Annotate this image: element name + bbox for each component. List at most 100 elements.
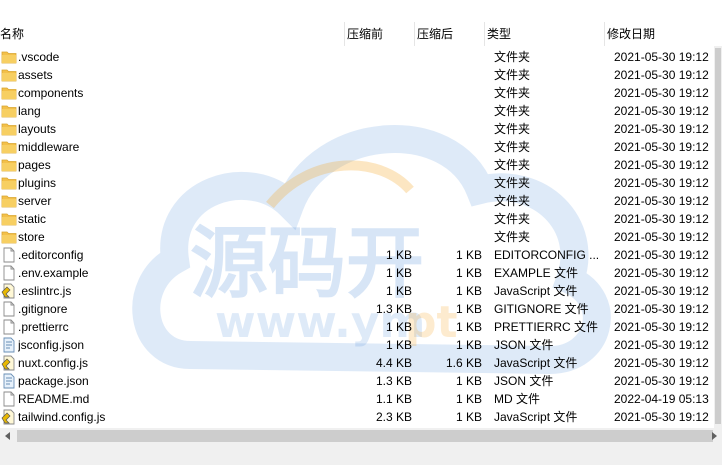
file-compressed-size	[345, 156, 412, 174]
column-header-compressed[interactable]: 压缩前	[345, 22, 415, 46]
file-modified-date: 2021-05-30 19:12	[614, 338, 709, 352]
file-type: GITIGNORE 文件	[494, 302, 589, 316]
file-row[interactable]: plugins 文件夹 2021-05-30 19:12	[0, 174, 722, 192]
file-row[interactable]: store 文件夹 2021-05-30 19:12	[0, 228, 722, 246]
file-row[interactable]: static 文件夹 2021-05-30 19:12	[0, 210, 722, 228]
file-original-size: 1 KB	[455, 320, 482, 334]
file-modified-date: 2021-05-30 19:12	[614, 230, 709, 244]
file-name[interactable]: tailwind.config.js	[18, 408, 338, 426]
file-modified-date: 2021-05-30 19:12	[614, 122, 709, 136]
file-name[interactable]: .eslintrc.js	[18, 282, 338, 300]
file-name[interactable]: store	[18, 228, 338, 246]
file-type: 文件夹	[494, 158, 531, 172]
file-type: EXAMPLE 文件	[494, 266, 579, 280]
file-icon	[1, 264, 17, 282]
file-row[interactable]: .eslintrc.js 1 KB 1 KB JavaScript 文件 2021-05…	[0, 282, 722, 300]
file-modified-date: 2021-05-30 19:12	[614, 320, 709, 334]
file-row[interactable]: lang 文件夹 2021-05-30 19:12	[0, 102, 722, 120]
file-compressed-size	[345, 66, 412, 84]
file-row[interactable]: server 文件夹 2021-05-30 19:12	[0, 192, 722, 210]
file-row[interactable]: .env.example 1 KB 1 KB EXAMPLE 文件 2021-05-30…	[0, 264, 722, 282]
file-name[interactable]: assets	[18, 66, 338, 84]
vertical-scrollbar[interactable]	[714, 46, 722, 428]
file-compressed-size	[345, 192, 412, 210]
js-file-icon	[1, 408, 17, 426]
file-name[interactable]: .editorconfig	[18, 246, 338, 264]
file-compressed-size: 1 KB	[385, 266, 412, 280]
file-modified-date: 2021-05-30 19:12	[614, 176, 709, 190]
file-row[interactable]: components 文件夹 2021-05-30 19:12	[0, 84, 722, 102]
file-row[interactable]: package.json 1.3 KB 1 KB JSON 文件 2021-05-30 …	[0, 372, 722, 390]
horizontal-scrollbar[interactable]	[0, 428, 722, 444]
column-header-original[interactable]: 压缩后	[415, 22, 485, 46]
file-original-size	[415, 192, 482, 210]
file-name[interactable]: static	[18, 210, 338, 228]
file-name[interactable]: package.json	[18, 372, 338, 390]
file-compressed-size	[345, 174, 412, 192]
file-row[interactable]: pages 文件夹 2021-05-30 19:12	[0, 156, 722, 174]
column-header-name[interactable]: 名称	[0, 22, 345, 46]
file-type: 文件夹	[494, 194, 531, 208]
file-modified-date: 2021-05-30 19:12	[614, 356, 709, 370]
file-modified-date: 2021-05-30 19:12	[614, 158, 709, 172]
file-type: 文件夹	[494, 86, 531, 100]
file-modified-date: 2021-05-30 19:12	[614, 374, 709, 388]
file-row[interactable]: README.md 1.1 KB 1 KB MD 文件 2022-04-19 05:13	[0, 390, 722, 408]
file-row[interactable]: .gitignore 1.3 KB 1 KB GITIGNORE 文件 2021-05-…	[0, 300, 722, 318]
scroll-left-icon[interactable]	[0, 428, 16, 444]
file-name[interactable]: .prettierrc	[18, 318, 338, 336]
file-name[interactable]: .env.example	[18, 264, 338, 282]
file-modified-date: 2021-05-30 19:12	[614, 50, 709, 64]
file-row[interactable]: layouts 文件夹 2021-05-30 19:12	[0, 120, 722, 138]
file-original-size: 1 KB	[455, 248, 482, 262]
file-original-size	[415, 210, 482, 228]
column-header-type[interactable]: 类型	[485, 22, 605, 46]
file-row[interactable]: assets 文件夹 2021-05-30 19:12	[0, 66, 722, 84]
file-original-size: 1 KB	[455, 392, 482, 406]
file-compressed-size	[345, 102, 412, 120]
file-compressed-size	[345, 228, 412, 246]
file-row[interactable]: jsconfig.json 1 KB 1 KB JSON 文件 2021-05-30 1…	[0, 336, 722, 354]
file-original-size	[415, 138, 482, 156]
file-original-size: 1 KB	[455, 266, 482, 280]
file-row[interactable]: .vscode 文件夹 2021-05-30 19:12	[0, 48, 722, 66]
file-name[interactable]: plugins	[18, 174, 338, 192]
file-type: JavaScript 文件	[494, 356, 578, 370]
file-name[interactable]: components	[18, 84, 338, 102]
file-name[interactable]: .gitignore	[18, 300, 338, 318]
file-modified-date: 2021-05-30 19:12	[614, 248, 709, 262]
file-name[interactable]: lang	[18, 102, 338, 120]
file-compressed-size: 1.3 KB	[375, 374, 412, 388]
file-name[interactable]: README.md	[18, 390, 338, 408]
file-compressed-size: 1.3 KB	[375, 302, 412, 316]
file-row[interactable]: .prettierrc 1 KB 1 KB PRETTIERRC 文件 2021-05-…	[0, 318, 722, 336]
file-original-size	[415, 66, 482, 84]
file-name[interactable]: middleware	[18, 138, 338, 156]
file-compressed-size	[345, 84, 412, 102]
column-header-modified[interactable]: 修改日期	[605, 22, 722, 46]
file-name[interactable]: nuxt.config.js	[18, 354, 338, 372]
file-name[interactable]: layouts	[18, 120, 338, 138]
file-type: JavaScript 文件	[494, 284, 578, 298]
file-row[interactable]: tailwind.config.js 2.3 KB 1 KB JavaScript 文…	[0, 408, 722, 426]
file-name[interactable]: pages	[18, 156, 338, 174]
file-row[interactable]: nuxt.config.js 4.4 KB 1.6 KB JavaScript 文件 2…	[0, 354, 722, 372]
file-type: 文件夹	[494, 122, 531, 136]
file-modified-date: 2021-05-30 19:12	[614, 284, 709, 298]
file-row[interactable]: middleware 文件夹 2021-05-30 19:12	[0, 138, 722, 156]
folder-icon	[1, 156, 17, 174]
js-file-icon	[1, 282, 17, 300]
file-compressed-size	[345, 210, 412, 228]
file-original-size	[415, 120, 482, 138]
vertical-scroll-thumb[interactable]	[715, 48, 721, 424]
file-name[interactable]: server	[18, 192, 338, 210]
scroll-right-icon[interactable]	[706, 428, 722, 444]
file-name[interactable]: .vscode	[18, 48, 338, 66]
file-modified-date: 2021-05-30 19:12	[614, 86, 709, 100]
horizontal-scroll-thumb[interactable]	[17, 430, 713, 442]
folder-icon	[1, 66, 17, 84]
file-name[interactable]: jsconfig.json	[18, 336, 338, 354]
file-modified-date: 2021-05-30 19:12	[614, 266, 709, 280]
file-type: 文件夹	[494, 230, 531, 244]
file-row[interactable]: .editorconfig 1 KB 1 KB EDITORCONFIG ... 202…	[0, 246, 722, 264]
